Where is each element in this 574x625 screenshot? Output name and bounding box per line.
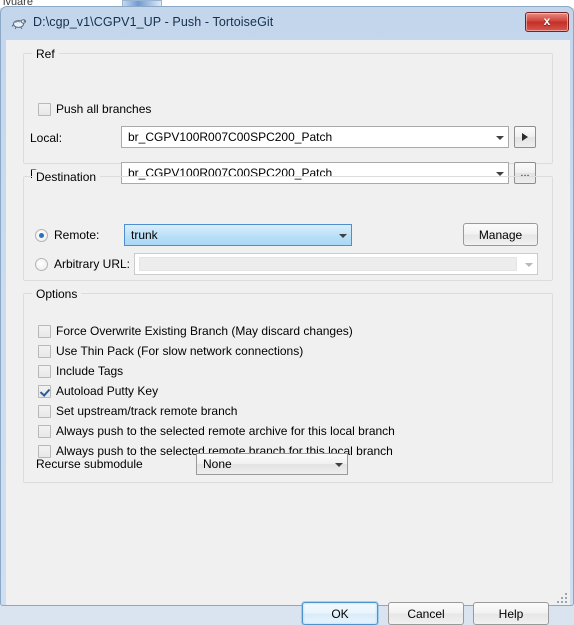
help-button-label: Help (498, 606, 524, 621)
ok-button-label: OK (331, 606, 349, 621)
manage-button[interactable]: Manage (463, 223, 538, 246)
manage-button-label: Manage (478, 227, 523, 242)
arrow-right-icon (522, 133, 528, 141)
cancel-button[interactable]: Cancel (388, 602, 464, 625)
resize-grip[interactable] (555, 591, 567, 603)
local-branch-browse-button[interactable] (514, 126, 536, 148)
option-include-tags-checkbox[interactable]: Include Tags (38, 364, 123, 378)
option-always-push-remote-archive-checkbox[interactable]: Always push to the selected remote archi… (38, 424, 395, 438)
checkbox-box (38, 344, 51, 358)
recurse-submodule-value: None (203, 457, 232, 471)
option-label: Set upstream/track remote branch (56, 404, 238, 418)
cancel-button-label: Cancel (407, 606, 445, 621)
destination-remote-radio[interactable]: Remote: (35, 228, 99, 242)
push-dialog-window: D:\cgp_v1\CGPV1_UP - Push - TortoiseGit … (0, 6, 574, 625)
checkbox-box (38, 324, 51, 338)
destination-remote-label: Remote: (54, 228, 100, 242)
option-autoload-putty-key-checkbox[interactable]: Autoload Putty Key (38, 384, 158, 398)
option-label: Use Thin Pack (For slow network connecti… (56, 344, 304, 358)
chevron-down-icon (491, 133, 508, 142)
local-label: Local: (30, 131, 63, 145)
ref-group-label: Ref (32, 47, 59, 61)
chevron-down-icon (334, 231, 351, 240)
checkbox-box (38, 424, 51, 438)
options-group-label: Options (32, 287, 82, 301)
checkbox-box (38, 404, 51, 418)
option-force-overwrite-checkbox[interactable]: Force Overwrite Existing Branch (May dis… (38, 324, 353, 338)
local-branch-combobox[interactable]: br_CGPV100R007C00SPC200_Patch (121, 126, 509, 148)
close-button[interactable]: x (525, 12, 569, 32)
push-all-branches-checkbox[interactable]: Push all branches (38, 102, 151, 116)
radio-circle (35, 228, 48, 242)
option-label: Always push to the selected remote archi… (56, 424, 395, 438)
checkbox-box (38, 364, 51, 378)
arbitrary-url-combobox[interactable] (134, 253, 538, 275)
checkbox-box (38, 444, 51, 458)
option-use-thin-pack-checkbox[interactable]: Use Thin Pack (For slow network connecti… (38, 344, 303, 358)
close-icon: x (543, 14, 551, 28)
ok-button[interactable]: OK (302, 602, 378, 625)
title-bar: D:\cgp_v1\CGPV1_UP - Push - TortoiseGit … (1, 7, 574, 39)
window-title: D:\cgp_v1\CGPV1_UP - Push - TortoiseGit (33, 15, 274, 29)
chevron-down-icon (330, 460, 347, 469)
option-set-upstream-checkbox[interactable]: Set upstream/track remote branch (38, 404, 237, 418)
destination-remote-value: trunk (131, 228, 158, 242)
option-label: Autoload Putty Key (56, 384, 159, 398)
option-label: Include Tags (56, 364, 124, 378)
dialog-client-area: Ref Push all branches Local: br_CGPV100R… (6, 40, 570, 625)
radio-circle (35, 257, 48, 271)
destination-arbitrary-url-label: Arbitrary URL: (54, 257, 131, 271)
checkbox-box (38, 102, 51, 116)
destination-remote-combobox[interactable]: trunk (124, 224, 352, 246)
destination-arbitrary-url-radio[interactable]: Arbitrary URL: (35, 257, 130, 271)
checkbox-box (38, 384, 51, 398)
arbitrary-url-input[interactable] (139, 257, 517, 271)
local-branch-value: br_CGPV100R007C00SPC200_Patch (128, 130, 333, 144)
chevron-down-icon (520, 260, 537, 269)
destination-group-label: Destination (32, 170, 101, 184)
help-button[interactable]: Help (473, 602, 549, 625)
option-label: Force Overwrite Existing Branch (May dis… (56, 324, 353, 338)
recurse-submodule-combobox[interactable]: None (196, 453, 348, 475)
recurse-submodule-label: Recurse submodule (36, 457, 143, 471)
push-all-branches-label: Push all branches (56, 102, 152, 116)
tortoisegit-turtle-icon (11, 15, 27, 31)
